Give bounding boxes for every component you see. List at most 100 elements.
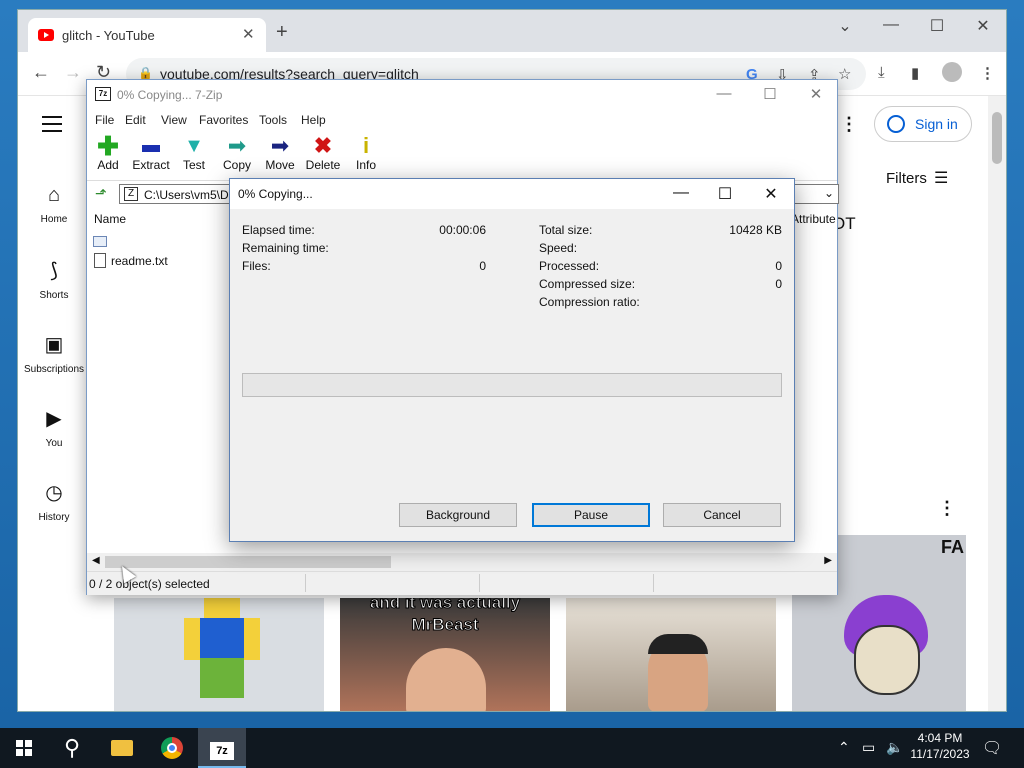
tab-youtube[interactable]: glitch - YouTube ✕	[28, 18, 266, 52]
sign-in-label: Sign in	[915, 116, 958, 132]
windows-logo-icon	[16, 740, 32, 756]
total-size-label: Total size:	[539, 223, 593, 237]
nav-subscriptions[interactable]: ▣ Subscriptions	[18, 332, 90, 375]
minimize-button[interactable]: —	[868, 16, 914, 34]
chrome-menu-icon[interactable]: ⋮	[980, 64, 995, 82]
path-dropdown-icon[interactable]: ⌄	[824, 186, 834, 200]
sevenzip-title: 0% Copying... 7-Zip	[117, 88, 223, 102]
selection-status: 0 / 2 object(s) selected	[89, 577, 210, 591]
info-button[interactable]: i Info	[344, 133, 388, 173]
new-tab-button[interactable]: +	[276, 22, 288, 42]
up-folder-icon[interactable]: ⬏	[95, 185, 107, 202]
sevenzip-close-button[interactable]: ✕	[793, 85, 839, 103]
sevenzip-titlebar[interactable]: 7z 0% Copying... 7-Zip — ☐ ✕	[87, 80, 837, 110]
history-icon: ◷	[45, 482, 63, 504]
start-button[interactable]	[0, 728, 48, 768]
scroll-right-icon[interactable]: ▶	[824, 555, 832, 566]
elapsed-time-label: Elapsed time:	[242, 223, 315, 237]
copy-button[interactable]: ➡ Copy	[215, 133, 259, 173]
bookmark-star-icon[interactable]: ☆	[838, 65, 851, 83]
site-info-icon[interactable]: 🔒	[138, 66, 153, 80]
clock[interactable]: 4:04 PM 11/17/2023	[904, 731, 976, 761]
menu-file[interactable]: File	[95, 113, 114, 127]
move-icon: ➡	[270, 133, 290, 158]
move-label: Move	[265, 158, 295, 172]
tab-close-icon[interactable]: ✕	[242, 25, 255, 43]
folder-window-icon	[93, 236, 107, 247]
test-button[interactable]: ▼ Test	[172, 134, 216, 172]
background-button[interactable]: Background	[399, 503, 517, 527]
dialog-maximize-button[interactable]: ☐	[702, 184, 748, 204]
hamburger-menu-icon[interactable]	[42, 116, 62, 137]
column-name[interactable]: Name	[94, 212, 126, 226]
forward-icon[interactable]: →	[64, 62, 82, 83]
menu-edit[interactable]: Edit	[125, 113, 146, 127]
tab-search-icon[interactable]: ⌄	[822, 16, 868, 36]
back-icon[interactable]: ←	[32, 62, 50, 83]
info-icon: i	[362, 133, 370, 158]
extract-label: Extract	[132, 158, 170, 172]
menu-tools[interactable]: Tools	[259, 113, 287, 127]
youtube-favicon-icon	[38, 29, 54, 41]
add-label: Add	[97, 158, 119, 172]
nav-home-label: Home	[40, 214, 68, 225]
sevenzip-taskbar-button[interactable]: 7z	[198, 728, 246, 768]
nav-you[interactable]: ▶ You	[18, 406, 90, 449]
page-scrollbar[interactable]	[988, 96, 1006, 711]
delete-button[interactable]: ✖ Delete	[301, 134, 345, 173]
copying-dialog: 0% Copying... — ☐ ✕ Elapsed time: 00:00:…	[229, 178, 795, 542]
maximize-button[interactable]: ☐	[914, 16, 960, 36]
copy-progress-bar	[242, 373, 782, 397]
file-list-scrollbar[interactable]: ◀ ▶	[87, 553, 837, 571]
volume-muted-icon[interactable]: 🔈	[886, 739, 903, 756]
video-thumbnail-mrbeast[interactable]: and it was actually MrBeast	[340, 598, 550, 711]
show-hidden-icons-icon[interactable]: ⌃	[838, 739, 850, 756]
processed-value: 0	[775, 259, 782, 273]
windows-taskbar: ⚲ 7z ⌃ ▭ 🔈 4:04 PM 11/17/2023 🗨	[0, 728, 1024, 768]
column-attributes[interactable]: Attribute	[791, 212, 836, 226]
pause-button[interactable]: Pause	[532, 503, 650, 527]
sign-in-button[interactable]: Sign in	[874, 106, 972, 142]
sevenzip-minimize-button[interactable]: —	[701, 85, 747, 102]
dialog-titlebar[interactable]: 0% Copying... — ☐ ✕	[230, 179, 794, 209]
path-text: C:\Users\vm5\D	[144, 188, 229, 202]
copy-icon: ➡	[227, 133, 247, 158]
remaining-time-label: Remaining time:	[242, 241, 329, 255]
status-divider	[653, 574, 654, 592]
close-button[interactable]: ✕	[960, 16, 1006, 36]
thumbnail-badge: FA	[940, 537, 964, 557]
move-button[interactable]: ➡ Move	[258, 133, 302, 173]
search-icon[interactable]: ⚲	[48, 728, 96, 768]
downloads-icon[interactable]: ⤓	[878, 64, 885, 81]
nav-shorts-label: Shorts	[39, 290, 69, 301]
dialog-close-button[interactable]: ✕	[748, 184, 794, 204]
menu-favorites[interactable]: Favorites	[199, 113, 248, 127]
profile-avatar-icon[interactable]	[942, 62, 962, 82]
nav-history[interactable]: ◷ History	[18, 480, 90, 523]
nav-shorts[interactable]: ⟆ Shorts	[18, 258, 90, 301]
chrome-icon[interactable]	[148, 728, 196, 768]
file-explorer-icon[interactable]	[98, 728, 146, 768]
video-thumbnail-roblox[interactable]	[114, 598, 324, 711]
nav-home[interactable]: ⌂ Home	[18, 184, 90, 225]
notifications-icon[interactable]: 🗨	[982, 738, 1002, 758]
filters-icon[interactable]: ☰	[934, 168, 948, 188]
network-icon[interactable]: ▭	[862, 739, 875, 756]
sevenzip-maximize-button[interactable]: ☐	[747, 85, 793, 103]
cancel-button[interactable]: Cancel	[663, 503, 781, 527]
filters-label[interactable]: Filters	[886, 170, 927, 187]
sevenzip-toolbar: ✚ Add Extract ▼ Test ➡ Copy ➡ Move ✖ Del…	[87, 130, 837, 178]
menu-view[interactable]: View	[161, 113, 187, 127]
menu-help[interactable]: Help	[301, 113, 326, 127]
nav-you-label: You	[45, 438, 63, 449]
clock-date: 11/17/2023	[910, 747, 970, 761]
settings-more-icon[interactable]: ⋮	[840, 114, 858, 135]
sevenzip-statusbar: 0 / 2 object(s) selected	[87, 571, 837, 595]
video-thumbnail-person[interactable]	[566, 598, 776, 711]
dialog-minimize-button[interactable]: —	[658, 184, 704, 202]
add-button[interactable]: ✚ Add	[86, 133, 130, 172]
extract-button[interactable]: Extract	[129, 134, 173, 172]
scroll-left-icon[interactable]: ◀	[92, 555, 100, 566]
video-more-icon[interactable]: ⋮	[938, 498, 956, 519]
side-panel-icon[interactable]: ▮	[911, 64, 919, 82]
